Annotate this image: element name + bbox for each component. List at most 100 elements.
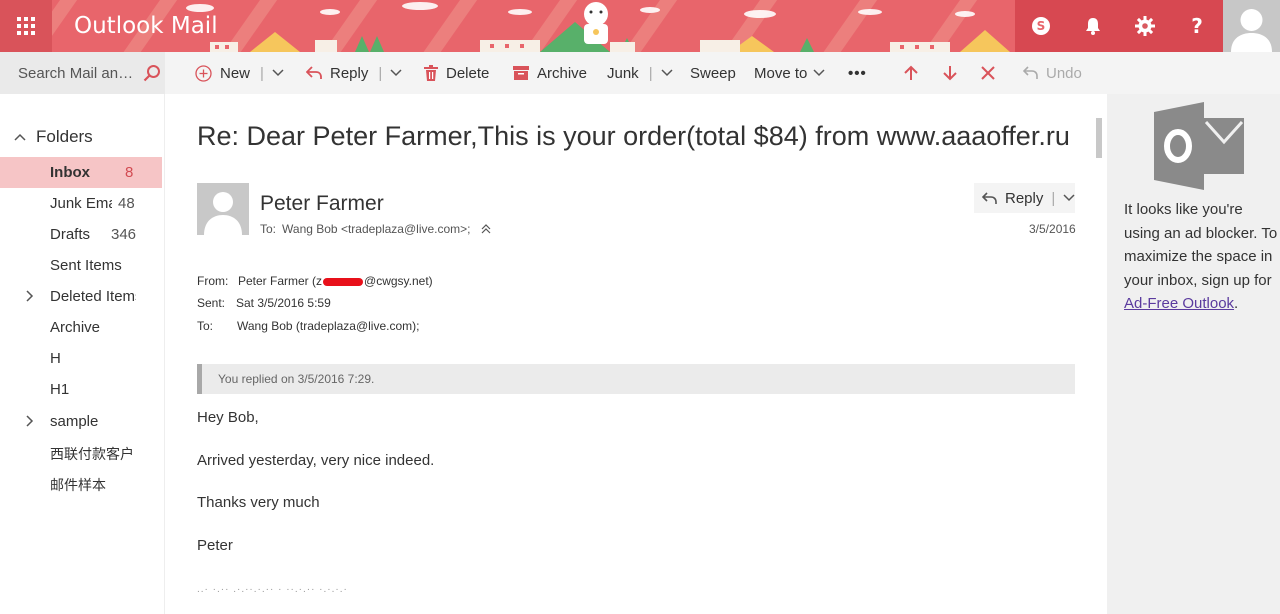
- folder-item-inbox[interactable]: Inbox 8: [0, 157, 162, 188]
- chevron-right-icon[interactable]: [26, 290, 34, 302]
- ad-blocker-message: It looks like you're using an ad blocker…: [1124, 198, 1278, 316]
- folder-item-western-union-customers[interactable]: 西联付款客户: [0, 437, 162, 468]
- replied-notice: You replied on 3/5/2016 7:29.: [197, 364, 1075, 394]
- plus-circle-icon: [195, 64, 212, 82]
- unread-count: 8: [125, 164, 134, 181]
- from-value: Peter Farmer (z @cwgsy.net): [238, 274, 433, 288]
- folder-item-drafts[interactable]: Drafts 346: [0, 219, 162, 250]
- folder-item-sent-items[interactable]: Sent Items: [0, 250, 162, 281]
- to-row: To: Wang Bob (tradeplaza@live.com);: [197, 319, 419, 333]
- chevron-down-icon[interactable]: [1063, 194, 1075, 202]
- junk-label: Junk: [607, 64, 639, 82]
- body-paragraph: Arrived yesterday, very nice indeed.: [197, 452, 435, 469]
- notifications-button[interactable]: [1067, 0, 1119, 52]
- folder-label: sample: [50, 413, 99, 430]
- folders-header[interactable]: Folders: [14, 127, 93, 147]
- chevron-down-icon[interactable]: [390, 69, 402, 77]
- app-launcher-button[interactable]: [0, 0, 52, 52]
- outlook-logo-icon: [1154, 102, 1244, 190]
- gear-icon: [1135, 16, 1155, 36]
- folder-item-h[interactable]: H: [0, 343, 162, 374]
- more-label: •••: [848, 64, 867, 82]
- reply-button[interactable]: Reply |: [306, 52, 402, 94]
- ad-free-outlook-link[interactable]: Ad-Free Outlook: [1124, 295, 1234, 312]
- chevron-down-icon[interactable]: [272, 69, 284, 77]
- archive-button[interactable]: Archive: [513, 52, 587, 94]
- app-title[interactable]: Outlook Mail: [74, 13, 218, 39]
- user-avatar-icon: [204, 192, 242, 235]
- chevron-down-icon[interactable]: [661, 69, 673, 77]
- svg-text:?: ?: [1191, 15, 1203, 37]
- separator: |: [378, 64, 383, 82]
- chevron-down-icon: [813, 69, 825, 77]
- reply-label: Reply: [1005, 189, 1044, 207]
- folders-label: Folders: [36, 127, 93, 146]
- settings-button[interactable]: [1119, 0, 1171, 52]
- reply-icon: [306, 66, 322, 80]
- more-actions-button[interactable]: •••: [848, 52, 867, 94]
- sweep-button[interactable]: Sweep: [690, 52, 736, 94]
- reply-label: Reply: [330, 64, 369, 82]
- svg-text:S: S: [1037, 19, 1046, 33]
- chevron-right-icon[interactable]: [26, 415, 34, 427]
- body-paragraph: Peter: [197, 537, 233, 554]
- body-paragraph: Thanks very much: [197, 494, 320, 511]
- to-label: To:: [197, 319, 214, 333]
- search-box[interactable]: Search Mail and People: [0, 52, 165, 94]
- account-avatar-button[interactable]: [1223, 0, 1280, 52]
- ad-trailing: .: [1234, 295, 1239, 312]
- folder-item-archive[interactable]: Archive: [0, 312, 162, 343]
- message-reply-button[interactable]: Reply |: [974, 183, 1075, 213]
- skype-button[interactable]: S: [1015, 0, 1067, 52]
- separator: |: [1051, 189, 1056, 207]
- folder-label: H: [50, 350, 61, 367]
- folder-pane: Folders Inbox 8 Junk Email 48 Drafts 346…: [0, 94, 165, 614]
- folder-item-h1[interactable]: H1: [0, 374, 162, 405]
- junk-button[interactable]: Junk |: [607, 52, 673, 94]
- chevron-up-icon: [14, 133, 26, 141]
- move-to-button[interactable]: Move to: [754, 52, 825, 94]
- skype-icon: S: [1032, 17, 1050, 35]
- unread-count: 48: [118, 195, 135, 212]
- folder-label: Archive: [50, 319, 101, 336]
- from-row: From: Peter Farmer (z @cwgsy.net): [197, 274, 433, 288]
- folder-label: H1: [50, 381, 70, 398]
- user-avatar-icon: [1231, 9, 1272, 52]
- archive-label: Archive: [537, 64, 588, 82]
- to-recipient[interactable]: Wang Bob <tradeplaza@live.com>;: [282, 222, 471, 236]
- close-message-button[interactable]: [981, 52, 995, 94]
- folder-item-deleted-items[interactable]: Deleted Items: [0, 281, 162, 312]
- sender-name[interactable]: Peter Farmer: [260, 192, 384, 216]
- folder-label: Sent Items: [50, 257, 122, 274]
- trash-icon: [424, 65, 438, 81]
- to-label: To:: [260, 222, 277, 236]
- folder-item-mail-samples[interactable]: 邮件样本: [0, 468, 162, 499]
- folder-item-sample[interactable]: sample: [0, 406, 162, 437]
- delete-label: Delete: [446, 64, 490, 82]
- sent-label: Sent:: [197, 296, 226, 310]
- recipients-line: To: Wang Bob <tradeplaza@live.com>;: [260, 222, 491, 236]
- folder-label: 邮件样本: [50, 478, 106, 494]
- scrollbar-thumb[interactable]: [1096, 118, 1102, 158]
- from-value-end: @cwgsy.net): [364, 274, 433, 288]
- separator: |: [260, 64, 264, 82]
- undo-label: Undo: [1046, 64, 1082, 82]
- folder-item-junk-email[interactable]: Junk Email 48: [0, 188, 162, 219]
- next-message-button[interactable]: [943, 52, 957, 94]
- message-date: 3/5/2016: [1029, 222, 1076, 236]
- new-button[interactable]: New |: [195, 52, 284, 94]
- search-input[interactable]: Search Mail and People: [18, 65, 140, 82]
- search-icon[interactable]: [143, 64, 161, 82]
- reply-icon: [982, 191, 997, 205]
- sent-value: Sat 3/5/2016 5:59: [236, 296, 331, 310]
- body-paragraph: Hey Bob,: [197, 409, 259, 426]
- arrow-up-icon: [904, 65, 918, 80]
- help-button[interactable]: ?: [1171, 0, 1223, 52]
- undo-icon: [1023, 66, 1038, 80]
- redaction-mark: [323, 277, 364, 286]
- sent-row: Sent: Sat 3/5/2016 5:59: [197, 296, 331, 310]
- collapse-details-icon[interactable]: [481, 224, 491, 234]
- undo-button[interactable]: Undo: [1023, 52, 1082, 94]
- previous-message-button[interactable]: [904, 52, 918, 94]
- delete-button[interactable]: Delete: [424, 52, 489, 94]
